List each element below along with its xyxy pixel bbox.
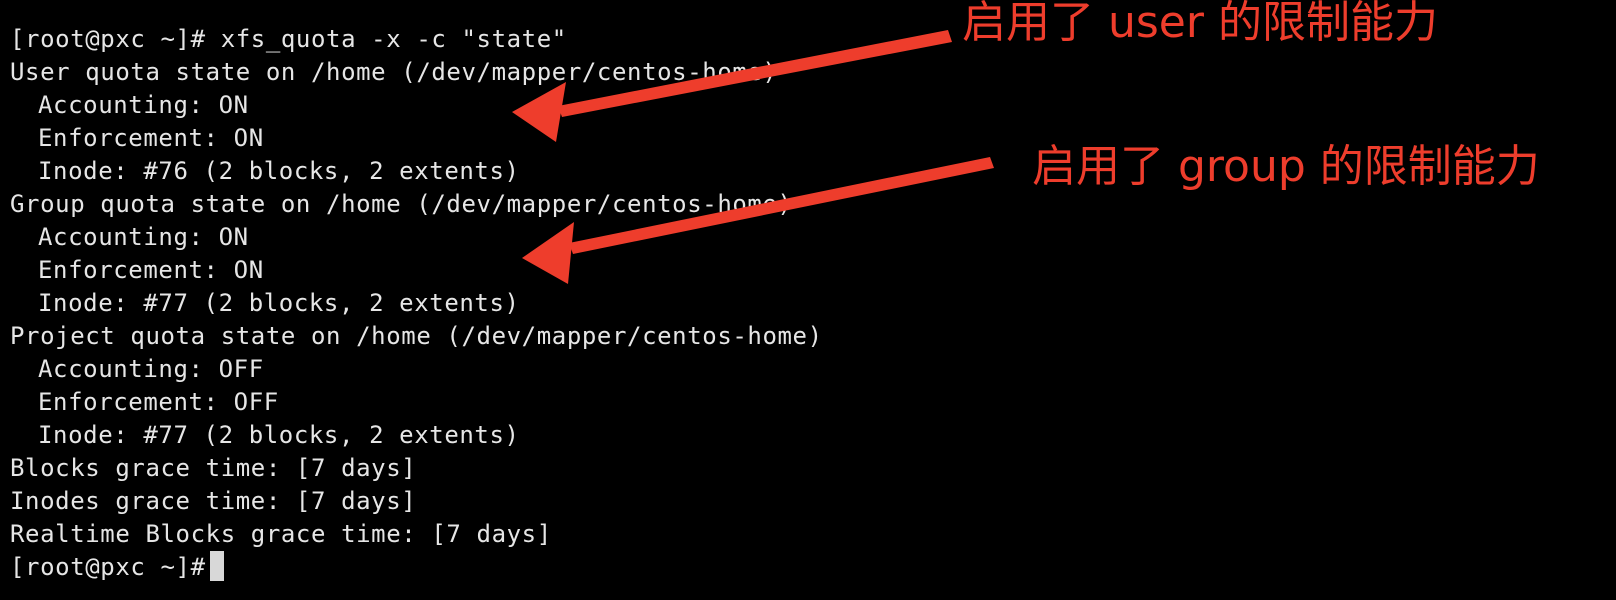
user-annotation-label: 启用了 user 的限制能力 — [962, 0, 1438, 48]
group-quota-header: Group quota state on /home (/dev/mapper/… — [10, 190, 793, 218]
text-cursor — [209, 551, 224, 581]
realtime-grace-line: Realtime Blocks grace time: [7 days] — [10, 520, 552, 548]
user-quota-header: User quota state on /home (/dev/mapper/c… — [10, 58, 778, 86]
prompt-text: [root@pxc ~]# — [10, 553, 206, 581]
prompt-command-line: [root@pxc ~]# xfs_quota -x -c "state" — [10, 25, 567, 53]
user-inode-line: Inode: #76 (2 blocks, 2 extents) — [38, 157, 520, 185]
project-inode-line: Inode: #77 (2 blocks, 2 extents) — [38, 421, 520, 449]
terminal-window[interactable]: [root@pxc ~]# xfs_quota -x -c "state" Us… — [0, 0, 1616, 600]
user-accounting-line: Accounting: ON — [38, 91, 249, 119]
group-inode-line: Inode: #77 (2 blocks, 2 extents) — [38, 289, 520, 317]
project-enforcement-line: Enforcement: OFF — [38, 388, 279, 416]
inodes-grace-line: Inodes grace time: [7 days] — [10, 487, 417, 515]
blocks-grace-line: Blocks grace time: [7 days] — [10, 454, 417, 482]
group-accounting-line: Accounting: ON — [38, 223, 249, 251]
user-enforcement-line: Enforcement: ON — [38, 124, 264, 152]
project-accounting-line: Accounting: OFF — [38, 355, 264, 383]
group-enforcement-line: Enforcement: ON — [38, 256, 264, 284]
group-annotation-label: 启用了 group 的限制能力 — [1032, 141, 1540, 192]
project-quota-header: Project quota state on /home (/dev/mappe… — [10, 322, 823, 350]
prompt-line[interactable]: [root@pxc ~]# — [10, 550, 224, 584]
